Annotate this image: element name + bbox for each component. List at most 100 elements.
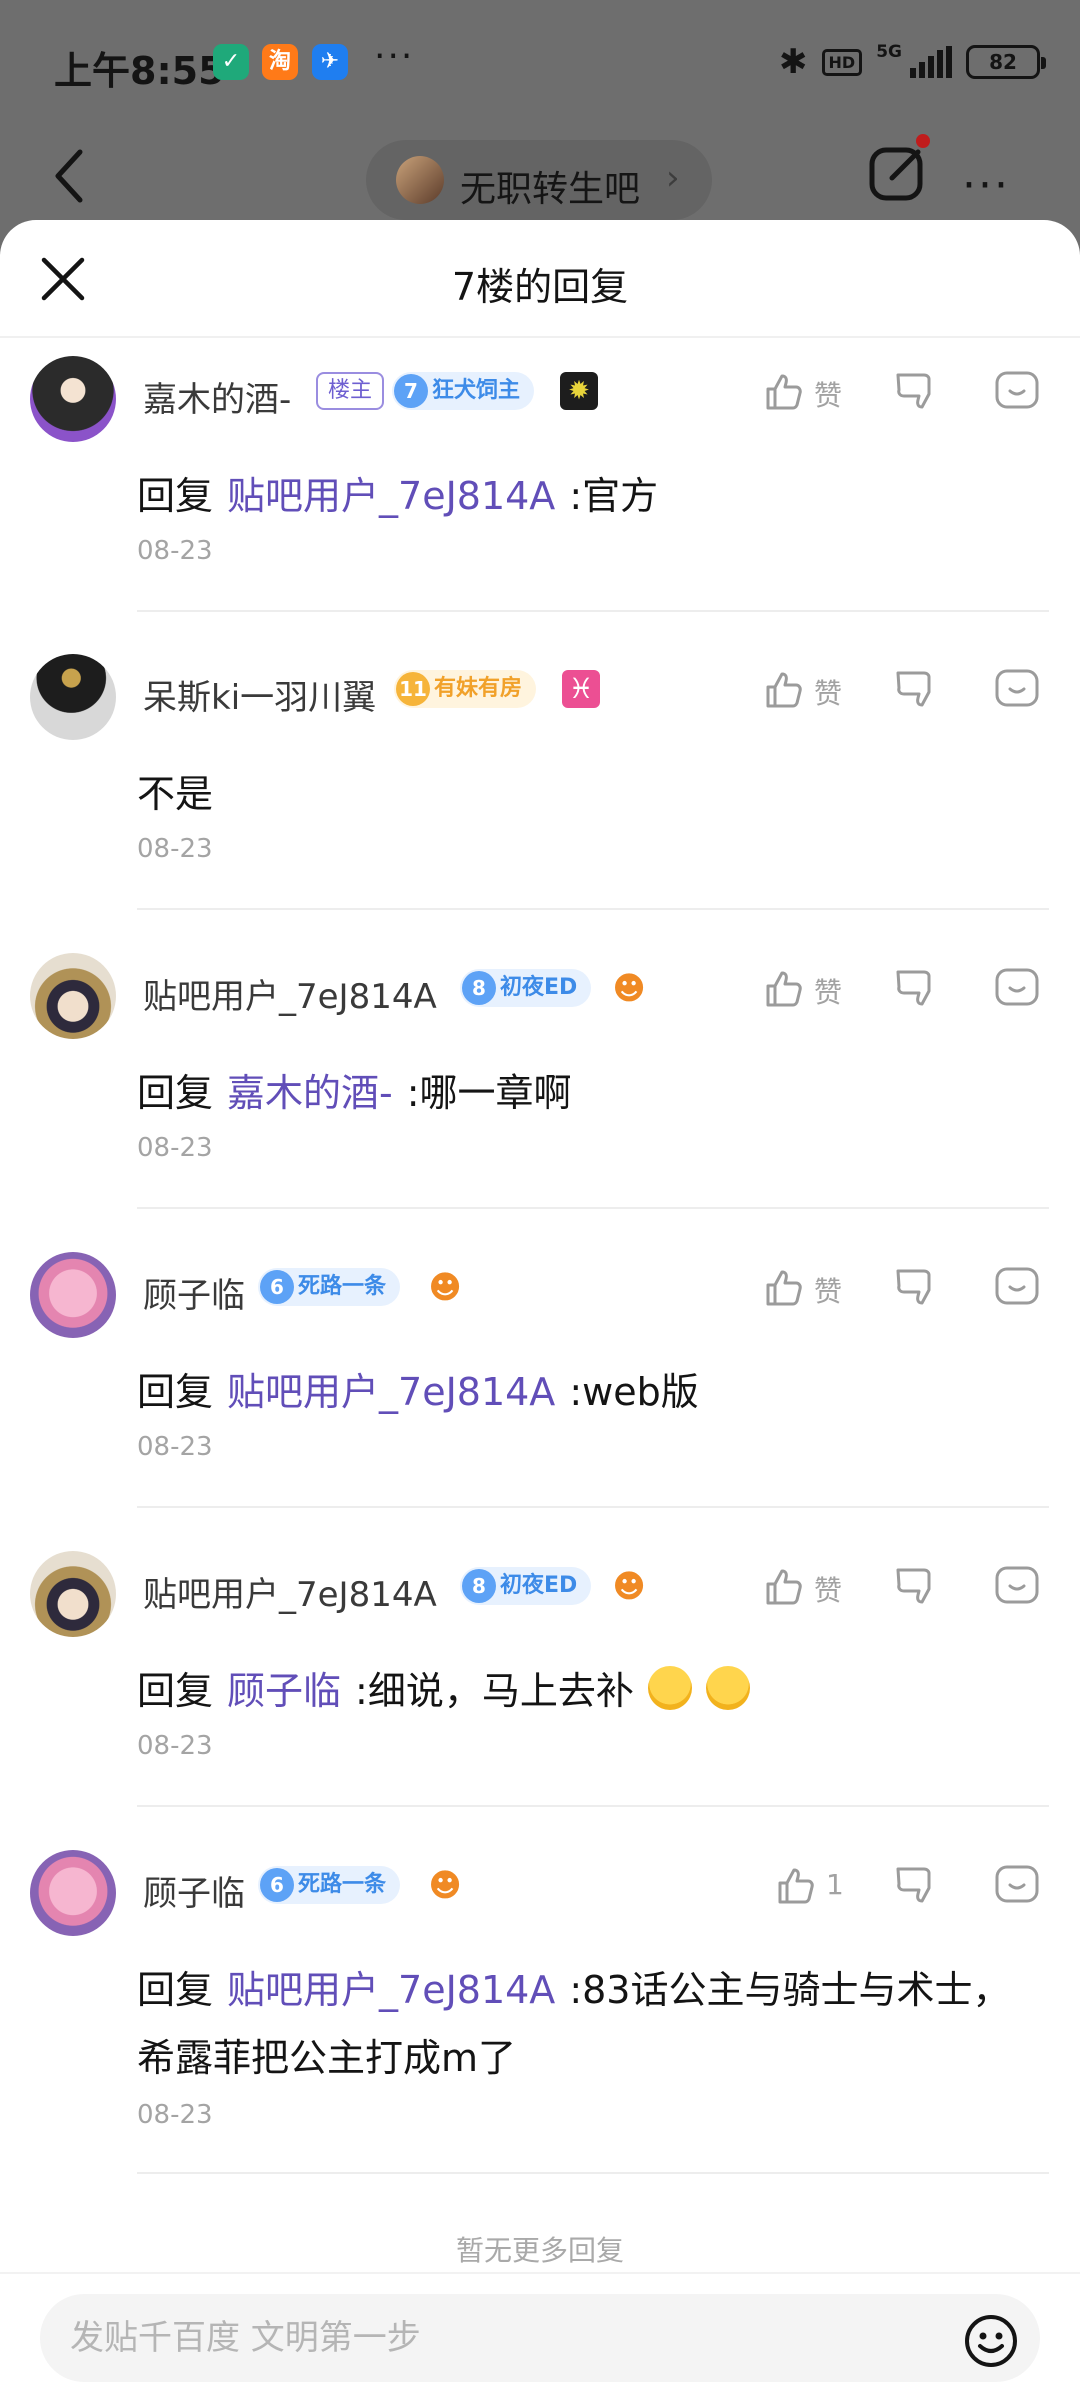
medal-icon: ☻ bbox=[428, 1268, 462, 1306]
level-badge: 6 死路一条 bbox=[258, 1268, 401, 1306]
pisces-icon: ♓ bbox=[562, 670, 600, 708]
avatar[interactable] bbox=[30, 1252, 116, 1338]
avatar[interactable] bbox=[30, 1850, 116, 1936]
reply-to-link[interactable]: 贴吧用户_7eJ814A bbox=[227, 1968, 555, 2012]
level-badge: 6 死路一条 bbox=[258, 1866, 401, 1904]
like-label: 赞 bbox=[814, 1574, 843, 1607]
signal-icon bbox=[910, 46, 952, 78]
thumbs-up-icon bbox=[766, 971, 802, 1007]
divider bbox=[137, 1805, 1049, 1807]
avatar[interactable] bbox=[30, 953, 116, 1039]
like-button[interactable]: 1 bbox=[776, 1862, 866, 1912]
thumbs-down-icon[interactable] bbox=[894, 1864, 940, 1914]
reply-text: 回复 贴吧用户_7eJ814A:web版 bbox=[137, 1370, 699, 1414]
taobao-app-icon: 淘 bbox=[262, 44, 298, 80]
reply-date: 08-23 bbox=[137, 834, 213, 864]
compose-bar: 发贴千百度 文明第一步 bbox=[0, 2272, 1080, 2400]
comment-icon[interactable] bbox=[994, 1864, 1040, 1910]
username[interactable]: 嘉木的酒- bbox=[143, 372, 291, 421]
username[interactable]: 顾子临 bbox=[143, 1866, 245, 1915]
forum-chip[interactable]: 无职转生吧 › bbox=[366, 140, 712, 220]
like-button[interactable]: 赞 bbox=[764, 368, 854, 418]
reply-text: 不是 bbox=[137, 772, 214, 816]
medal-icon: ☻ bbox=[612, 969, 646, 1007]
thumbs-down-icon[interactable] bbox=[894, 967, 940, 1017]
comment-icon[interactable] bbox=[994, 1565, 1040, 1611]
like-label: 赞 bbox=[814, 677, 843, 710]
level-badge: 7 狂犬饲主 bbox=[392, 372, 535, 410]
divider bbox=[137, 610, 1049, 612]
avatar[interactable] bbox=[30, 356, 116, 442]
reply-text: 回复 贴吧用户_7eJ814A:官方 bbox=[137, 474, 659, 518]
username[interactable]: 顾子临 bbox=[143, 1268, 245, 1317]
username[interactable]: 贴吧用户_7eJ814A bbox=[143, 1567, 437, 1616]
thumbs-down-icon[interactable] bbox=[894, 1565, 940, 1615]
thumbs-down-icon[interactable] bbox=[894, 668, 940, 718]
battery-icon: 82 bbox=[966, 45, 1046, 79]
thumbs-down-icon[interactable] bbox=[894, 370, 940, 420]
reply-to-link[interactable]: 贴吧用户_7eJ814A bbox=[227, 1370, 555, 1414]
medal-icon: ☻ bbox=[428, 1866, 462, 1904]
level-badge: 8 初夜ED bbox=[460, 1567, 592, 1605]
more-notifications-icon: ··· bbox=[374, 36, 415, 77]
reply-to-link[interactable]: 顾子临 bbox=[227, 1669, 341, 1713]
thumbs-up-icon bbox=[778, 1868, 814, 1904]
status-bar: 上午8:55 ✓ 淘 ✈ ··· ✱ HD 5G 82 bbox=[0, 0, 1080, 130]
like-label: 赞 bbox=[814, 379, 843, 412]
sheet-title: 7楼的回复 bbox=[451, 265, 629, 309]
reply-date: 08-23 bbox=[137, 1133, 213, 1163]
thumbs-up-icon bbox=[766, 1569, 802, 1605]
like-count: 1 bbox=[826, 1868, 844, 1901]
sheet-header: 7楼的回复 bbox=[0, 220, 1080, 338]
reply-text: 回复 顾子临:细说，马上去补 bbox=[137, 1657, 1047, 1725]
reply-to-link[interactable]: 嘉木的酒- bbox=[227, 1071, 393, 1115]
comment-icon[interactable] bbox=[994, 370, 1040, 416]
username[interactable]: 贴吧用户_7eJ814A bbox=[143, 969, 437, 1018]
comment-icon[interactable] bbox=[994, 1266, 1040, 1312]
like-label: 赞 bbox=[814, 976, 843, 1009]
reply-sheet: 7楼的回复 嘉木的酒- 楼主 7 狂犬饲主 ✹ 赞 回复 贴吧用户_7eJ814A:… bbox=[0, 220, 1080, 2400]
username[interactable]: 呆斯ki一羽川翼 bbox=[143, 670, 376, 719]
level-badge: 8 初夜ED bbox=[460, 969, 592, 1007]
divider bbox=[137, 908, 1049, 910]
thumbs-down-icon[interactable] bbox=[894, 1266, 940, 1316]
more-menu-icon[interactable]: ··· bbox=[962, 160, 1010, 211]
thread-owner-badge: 楼主 bbox=[316, 372, 385, 410]
status-time: 上午8:55 bbox=[54, 49, 225, 93]
thumbs-up-icon bbox=[766, 672, 802, 708]
like-button[interactable]: 赞 bbox=[764, 1563, 854, 1613]
reply-text: 回复 贴吧用户_7eJ814A:83话公主与骑士与术士， 希露菲把公主打成m了 bbox=[137, 1968, 1011, 2080]
bluetooth-icon: ✱ bbox=[779, 42, 808, 82]
notification-dot bbox=[916, 134, 930, 148]
no-more-replies: 暂无更多回复 bbox=[455, 2234, 624, 2267]
reply-input[interactable]: 发贴千百度 文明第一步 bbox=[40, 2294, 1040, 2382]
back-icon[interactable] bbox=[50, 146, 90, 206]
yum-emoji-icon bbox=[705, 1666, 750, 1710]
yum-emoji-icon bbox=[647, 1666, 692, 1710]
comment-icon[interactable] bbox=[994, 668, 1040, 714]
reply-date: 08-23 bbox=[137, 1432, 213, 1462]
divider bbox=[137, 2172, 1049, 2174]
avatar[interactable] bbox=[30, 654, 116, 740]
like-label: 赞 bbox=[814, 1275, 843, 1308]
chevron-right-icon: › bbox=[666, 158, 680, 198]
thumbs-up-icon bbox=[766, 1270, 802, 1306]
forum-name: 无职转生吧 bbox=[460, 169, 641, 210]
reply-date: 08-23 bbox=[137, 536, 213, 566]
forum-avatar bbox=[396, 156, 444, 204]
reply-text: 回复 嘉木的酒-:哪一章啊 bbox=[137, 1071, 572, 1115]
like-button[interactable]: 赞 bbox=[764, 666, 854, 716]
like-button[interactable]: 赞 bbox=[764, 965, 854, 1015]
avatar[interactable] bbox=[30, 1551, 116, 1637]
comment-icon[interactable] bbox=[994, 967, 1040, 1013]
network-type: 5G bbox=[876, 42, 902, 62]
reply-date: 08-23 bbox=[137, 2100, 213, 2130]
reply-to-link[interactable]: 贴吧用户_7eJ814A bbox=[227, 474, 555, 518]
shield-app-icon: ✓ bbox=[213, 44, 249, 80]
like-button[interactable]: 赞 bbox=[764, 1264, 854, 1314]
bird-app-icon: ✈ bbox=[312, 44, 348, 80]
page-header: 无职转生吧 › ··· bbox=[0, 130, 1080, 230]
edit-post-icon[interactable] bbox=[866, 140, 930, 204]
hd-icon: HD bbox=[821, 48, 863, 76]
emoji-icon[interactable] bbox=[964, 2314, 1018, 2368]
